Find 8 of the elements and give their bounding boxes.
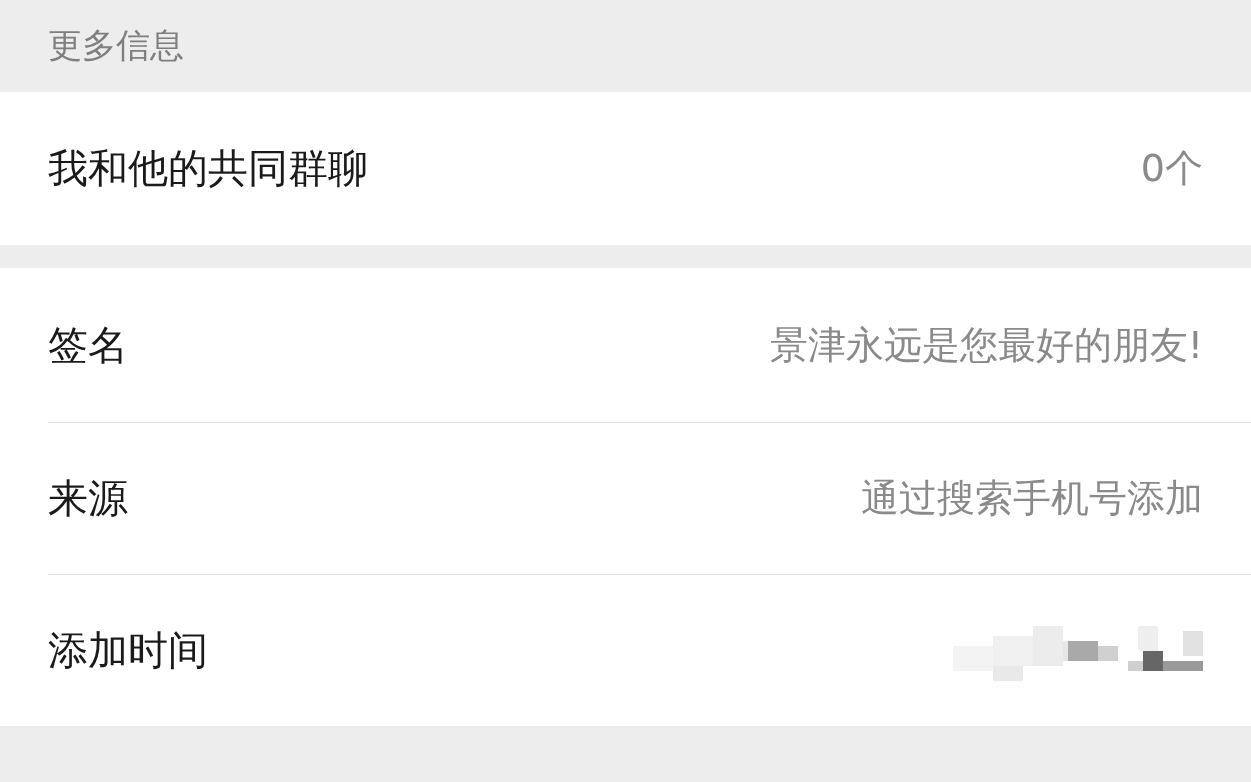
row-label: 签名 (48, 320, 128, 370)
section-header: 更多信息 (48, 24, 184, 67)
row-value: 通过搜索手机号添加 (861, 475, 1203, 522)
row-label: 我和他的共同群聊 (48, 144, 368, 193)
row-value: 景津永远是您最好的朋友! (769, 321, 1203, 369)
row-label: 添加时间 (48, 626, 208, 675)
row-value: 0个 (1140, 145, 1203, 192)
row-label: 来源 (48, 474, 128, 523)
